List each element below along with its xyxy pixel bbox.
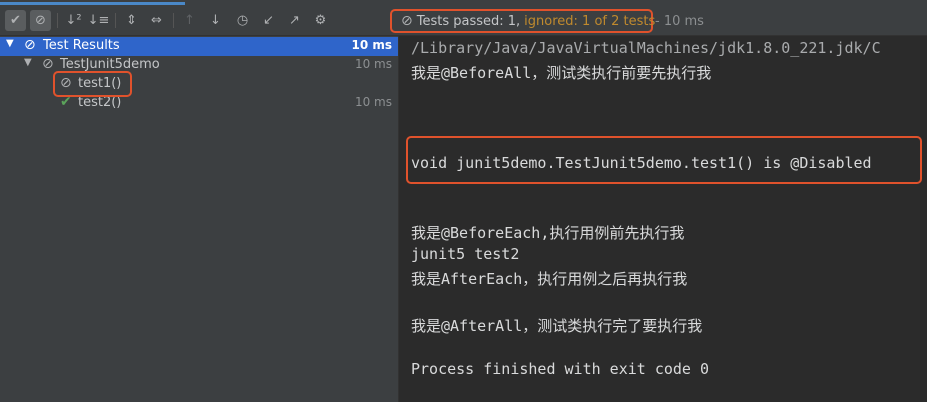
clock-icon: ◷ — [236, 13, 249, 28]
toolbar-separator — [57, 13, 58, 28]
import-tests-button[interactable]: ↙ — [258, 10, 279, 31]
ignored-icon: ⊘ — [35, 13, 46, 28]
console-line: 我是@BeforeAll，测试类执行前要先执行我 — [411, 64, 712, 82]
gear-icon: ⚙ — [314, 13, 327, 28]
tree-root-time: 10 ms — [351, 38, 392, 52]
show-passed-toggle[interactable]: ✔ — [5, 10, 26, 31]
tree-suite-time: 10 ms — [354, 57, 392, 71]
show-ignored-toggle[interactable]: ⊘ — [30, 10, 51, 31]
sort-alpha-icon: ↓² — [65, 13, 82, 28]
export-icon: ↗ — [289, 13, 300, 28]
collapse-all-icon: ⇔ — [151, 13, 162, 28]
tests-duration-text: - 10 ms — [655, 14, 704, 29]
import-icon: ↙ — [263, 13, 274, 28]
test-status-summary: ⊘ Tests passed: 1, ignored: 1 of 2 tests… — [390, 9, 704, 33]
tests-ignored-text: ignored: 1 of 2 tests — [524, 13, 656, 29]
ignored-icon: ⊘ — [24, 37, 36, 53]
tests-passed-text: Tests passed: 1, — [416, 13, 521, 29]
test1-highlight-box — [53, 71, 132, 97]
console-line: junit5 test2 — [411, 245, 520, 263]
expand-arrow-icon[interactable]: ▼ — [24, 57, 32, 68]
tree-suite-label: TestJunit5demo — [60, 57, 160, 72]
console-line: /Library/Java/JavaVirtualMachines/jdk1.8… — [411, 39, 881, 57]
console-output[interactable]: /Library/Java/JavaVirtualMachines/jdk1.8… — [399, 36, 927, 402]
console-line: Process finished with exit code 0 — [411, 360, 710, 378]
console-line: 我是@BeforeEach,执行用例前先执行我 — [411, 224, 685, 242]
tree-row-root[interactable]: ▼ ⊘ Test Results 10 ms — [0, 37, 398, 56]
console-line: 我是@AfterAll，测试类执行完了要执行我 — [411, 317, 703, 335]
tree-test2-label: test2() — [78, 95, 122, 110]
active-tab-indicator — [0, 2, 185, 5]
expand-all-icon: ⇕ — [126, 13, 137, 28]
test-history-button[interactable]: ◷ — [232, 10, 253, 31]
console-line: 我是AfterEach，执行用例之后再执行我 — [411, 270, 688, 288]
tree-root-label: Test Results — [43, 38, 120, 53]
ignored-icon: ⊘ — [42, 56, 54, 72]
toolbar-separator — [115, 13, 116, 28]
arrow-down-icon: ↓ — [210, 13, 221, 28]
test-runner-toolbar: ✔ ⊘ ↓² ↓≡ ⇕ ⇔ ↑ ↓ ◷ ↙ ↗ ⚙ ⊘ Tests passed… — [0, 6, 927, 36]
tree-test2-time: 10 ms — [354, 95, 392, 109]
sort-alpha-button[interactable]: ↓² — [63, 10, 84, 31]
arrow-up-icon: ↑ — [184, 13, 195, 28]
collapse-all-button[interactable]: ⇔ — [146, 10, 167, 31]
next-failed-button[interactable]: ↓ — [205, 10, 226, 31]
toolbar-separator — [173, 13, 174, 28]
sort-duration-icon: ↓≡ — [87, 13, 110, 28]
export-tests-button[interactable]: ↗ — [284, 10, 305, 31]
settings-button[interactable]: ⚙ — [310, 10, 331, 31]
ignored-icon: ⊘ — [401, 13, 413, 29]
expand-arrow-icon[interactable]: ▼ — [6, 38, 14, 49]
expand-all-button[interactable]: ⇕ — [121, 10, 142, 31]
disabled-message-highlight-box — [406, 136, 922, 184]
checkmark-icon: ✔ — [10, 13, 21, 28]
previous-failed-button[interactable]: ↑ — [179, 10, 200, 31]
sort-duration-button[interactable]: ↓≡ — [87, 10, 110, 31]
